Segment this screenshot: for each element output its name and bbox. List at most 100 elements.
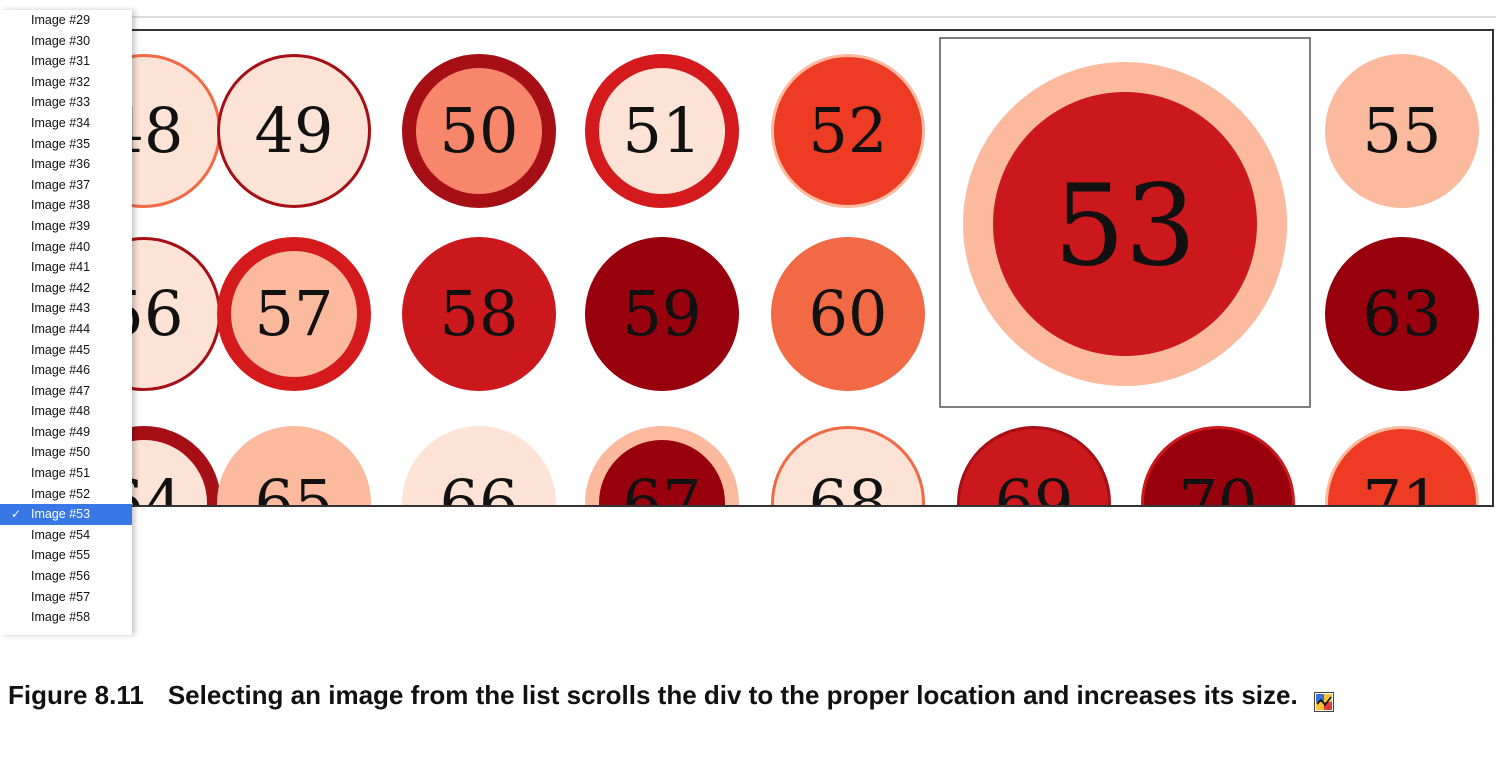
list-item[interactable]: Image #36 (0, 154, 132, 175)
list-item[interactable]: Image #34 (0, 113, 132, 134)
image-number: 48 (132, 94, 183, 167)
image-number: 51 (623, 94, 702, 167)
list-item[interactable]: Image #33 (0, 92, 132, 113)
list-item-label: Image #41 (31, 260, 91, 275)
list-item-label: Image #49 (31, 424, 91, 439)
list-item-label: Image #57 (31, 589, 91, 604)
image-55: 55 (1325, 54, 1479, 208)
list-item[interactable]: Image #38 (0, 195, 132, 216)
featured-image-number: 53 (1054, 161, 1197, 291)
image-51: 51 (585, 54, 739, 208)
image-64: 64 (132, 426, 221, 505)
list-item[interactable]: Image #56 (0, 566, 132, 587)
list-item-label: Image #46 (31, 363, 91, 378)
image-67: 67 (585, 426, 739, 505)
list-item[interactable]: Image #42 (0, 278, 132, 299)
list-item-label: Image #42 (31, 280, 91, 295)
list-item[interactable]: ✓ Image #53 (0, 504, 132, 525)
list-item[interactable]: Image #35 (0, 134, 132, 155)
list-item-label: Image #31 (31, 54, 91, 69)
top-divider (132, 16, 1496, 18)
list-item[interactable]: Image #31 (0, 51, 132, 72)
list-item[interactable]: Image #40 (0, 237, 132, 258)
figure-caption-text: Selecting an image from the list scrolls… (167, 680, 1298, 710)
list-item[interactable]: Image #30 (0, 31, 132, 52)
image-number: 52 (809, 94, 888, 167)
list-item-label: Image #40 (31, 239, 91, 254)
list-item[interactable]: Image #49 (0, 422, 132, 443)
image-63: 63 (1325, 237, 1479, 391)
image-number: 55 (1363, 94, 1442, 167)
image-number: 60 (809, 277, 888, 350)
chart-icon (1313, 684, 1334, 713)
image-number: 64 (132, 466, 183, 505)
list-item-label: Image #32 (31, 74, 91, 89)
list-item-label: Image #53 (31, 507, 91, 522)
list-item-label: Image #30 (31, 33, 91, 48)
image-number: 65 (255, 466, 334, 505)
list-item-label: Image #35 (31, 136, 91, 151)
list-item-label: Image #43 (31, 301, 91, 316)
list-item[interactable]: Image #41 (0, 257, 132, 278)
list-item[interactable]: Image #54 (0, 525, 132, 546)
list-item[interactable]: Image #43 (0, 298, 132, 319)
image-71: 71 (1325, 426, 1479, 505)
image-number: 71 (1363, 466, 1442, 505)
image-number: 59 (623, 277, 702, 350)
image-select-list[interactable]: Image #29 Image #30 Image #31 Image #32 Imag… (0, 10, 132, 635)
list-item[interactable]: Image #52 (0, 484, 132, 505)
list-item-label: Image #50 (31, 445, 91, 460)
list-item[interactable]: Image #44 (0, 319, 132, 340)
image-number: 68 (809, 466, 888, 505)
image-68: 68 (771, 426, 925, 505)
image-number: 67 (623, 466, 702, 505)
list-item-label: Image #47 (31, 383, 91, 398)
image-number: 57 (255, 277, 334, 350)
list-item[interactable]: Image #45 (0, 340, 132, 361)
check-icon: ✓ (11, 507, 22, 522)
image-48: 48 (132, 54, 221, 208)
list-item[interactable]: Image #37 (0, 175, 132, 196)
image-number: 69 (995, 466, 1074, 505)
image-66: 66 (402, 426, 556, 505)
list-item-label: Image #54 (31, 527, 91, 542)
list-item[interactable]: Image #46 (0, 360, 132, 381)
list-item-label: Image #34 (31, 115, 91, 130)
image-number: 49 (255, 94, 334, 167)
featured-image-53[interactable]: 53 (939, 37, 1311, 408)
image-number: 66 (440, 466, 519, 505)
image-60: 60 (771, 237, 925, 391)
list-item-label: Image #51 (31, 466, 91, 481)
figure-label: Figure 8.11 (8, 680, 144, 710)
list-item[interactable]: Image #32 (0, 72, 132, 93)
image-65: 65 (217, 426, 371, 505)
image-gallery-div[interactable]: 48 49 50 51 52 55 56 57 58 59 60 63 64 65 66 67 68 69 70 71… (132, 29, 1494, 507)
list-item[interactable]: Image #47 (0, 381, 132, 402)
list-item-label: Image #44 (31, 321, 91, 336)
list-item[interactable]: Image #55 (0, 545, 132, 566)
image-number: 63 (1363, 277, 1442, 350)
list-item-label: Image #39 (31, 218, 91, 233)
list-item[interactable]: Image #39 (0, 216, 132, 237)
list-item[interactable]: Image #29 (0, 10, 132, 31)
image-number: 56 (132, 277, 183, 350)
image-56: 56 (132, 237, 221, 391)
list-item[interactable]: Image #48 (0, 401, 132, 422)
list-item[interactable]: Image #50 (0, 442, 132, 463)
list-item-label: Image #52 (31, 486, 91, 501)
list-item[interactable]: Image #58 (0, 607, 132, 628)
list-item-label: Image #58 (31, 610, 91, 625)
list-item[interactable]: Image #51 (0, 463, 132, 484)
image-58: 58 (402, 237, 556, 391)
list-item[interactable]: Image #57 (0, 587, 132, 608)
list-item-label: Image #48 (31, 404, 91, 419)
image-70: 70 (1141, 426, 1295, 505)
list-item-label: Image #38 (31, 198, 91, 213)
list-item-label: Image #37 (31, 177, 91, 192)
list-item-label: Image #29 (31, 13, 91, 27)
image-57: 57 (217, 237, 371, 391)
image-69: 69 (957, 426, 1111, 505)
image-52: 52 (771, 54, 925, 208)
image-number: 58 (440, 277, 519, 350)
image-number: 50 (440, 94, 519, 167)
